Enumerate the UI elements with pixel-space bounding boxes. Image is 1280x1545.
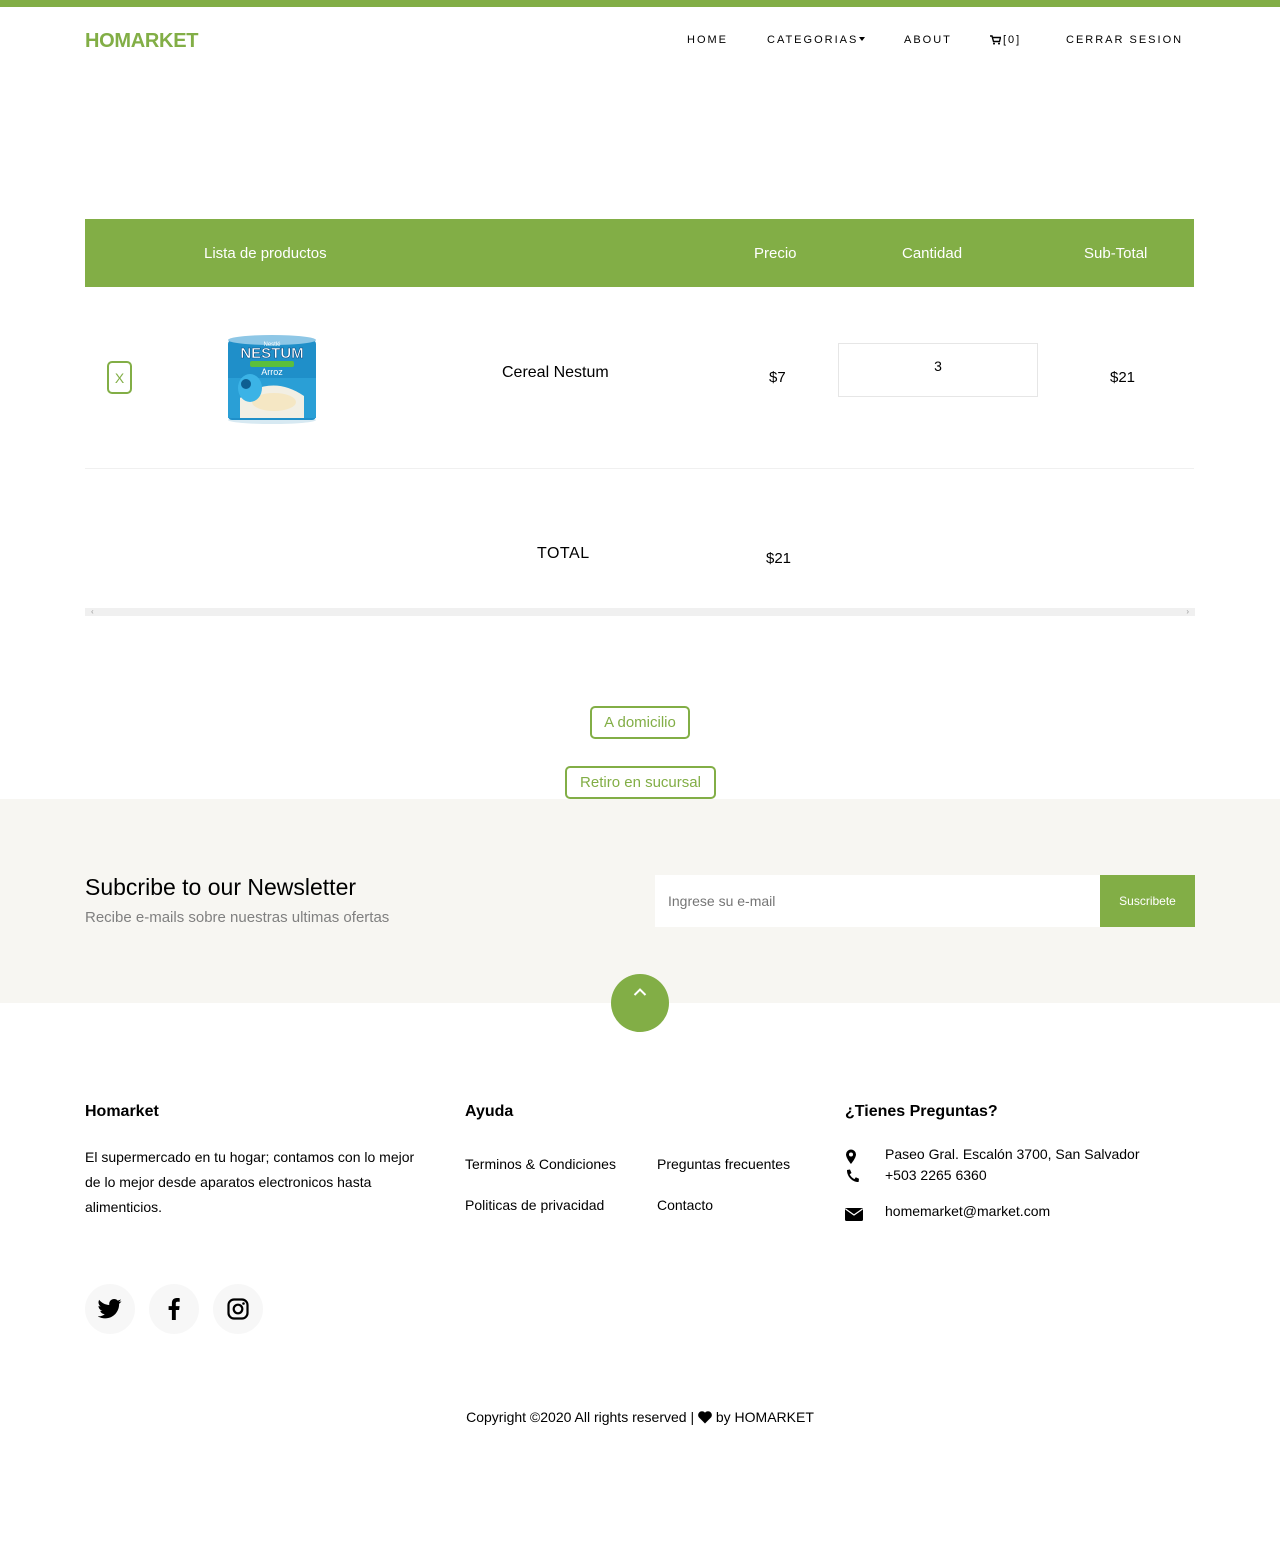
header-quantity: Cantidad [902, 245, 963, 262]
link-terms[interactable]: Terminos & Condiciones [465, 1156, 616, 1172]
product-name: Cereal Nestum [502, 364, 609, 381]
footer-about-text: El supermercado en tu hogar; contamos co… [85, 1149, 415, 1215]
total-label: TOTAL [537, 545, 590, 562]
facebook-icon [168, 1298, 180, 1320]
newsletter-title: Subcribe to our Newsletter [85, 874, 357, 900]
header-price: Precio [754, 245, 797, 262]
newsletter-section: Subcribe to our Newsletter Recibe e-mail… [0, 799, 1280, 1003]
link-contact[interactable]: Contacto [657, 1197, 713, 1213]
caret-down-icon [859, 37, 866, 42]
cart-count: [0] [1003, 34, 1022, 46]
footer-about-title: Homarket [85, 1103, 159, 1120]
header-products: Lista de productos [204, 245, 327, 262]
scroll-right-icon[interactable]: › [1186, 607, 1189, 616]
pickup-branch-button[interactable]: Retiro en sucursal [565, 766, 716, 799]
nav-cerrar-sesion[interactable]: CERRAR SESION [1066, 34, 1183, 46]
chevron-up-icon [633, 988, 647, 996]
product-subtotal: $21 [1110, 369, 1136, 386]
contact-address: Paseo Gral. Escalón 3700, San Salvador [885, 1146, 1140, 1162]
product-image[interactable]: NESTUM Arroz Nestlé [226, 334, 318, 426]
nav-categorias-label: CATEGORIAS [767, 34, 859, 46]
total-value: $21 [766, 550, 792, 567]
link-privacy[interactable]: Politicas de privacidad [465, 1197, 604, 1213]
subscribe-button[interactable]: Suscribete [1100, 875, 1195, 927]
twitter-icon [98, 1299, 122, 1319]
svg-text:Arroz: Arroz [261, 367, 283, 377]
newsletter-subtitle: Recibe e-mails sobre nuestras ultimas of… [85, 909, 390, 926]
nav-about[interactable]: ABOUT [904, 34, 952, 46]
row-divider [85, 468, 1194, 469]
quantity-input[interactable] [838, 343, 1038, 397]
scroll-to-top-button[interactable] [611, 974, 669, 1032]
nav-categorias[interactable]: CATEGORIAS [767, 34, 866, 46]
top-accent-bar [0, 0, 1280, 7]
cart-table-header: Lista de productos Precio Cantidad Sub-T… [85, 219, 1194, 287]
brand-logo[interactable]: HOMARKET [85, 30, 198, 53]
newsletter-email-input[interactable] [655, 875, 1100, 927]
instagram-button[interactable] [213, 1284, 263, 1334]
phone-icon [846, 1169, 859, 1183]
twitter-button[interactable] [85, 1284, 135, 1334]
nav-home[interactable]: HOME [687, 34, 728, 46]
table-horizontal-scrollbar[interactable]: ‹ › [85, 607, 1195, 616]
contact-email[interactable]: homemarket@market.com [885, 1203, 1050, 1219]
header-subtotal: Sub-Total [1084, 245, 1148, 262]
product-price: $7 [769, 369, 786, 386]
heart-icon [698, 1411, 712, 1424]
remove-item-button[interactable]: X [107, 361, 132, 394]
svg-text:Nestlé: Nestlé [263, 342, 281, 348]
footer-help-title: Ayuda [465, 1103, 514, 1120]
link-faq[interactable]: Preguntas frecuentes [657, 1156, 790, 1172]
contact-phone[interactable]: +503 2265 6360 [885, 1167, 987, 1183]
copyright-suffix: by HOMARKET [715, 1409, 814, 1425]
delivery-home-button[interactable]: A domicilio [590, 706, 690, 739]
instagram-icon [227, 1298, 249, 1320]
map-pin-icon [846, 1149, 856, 1164]
copyright: Copyright ©2020 All rights reserved | by… [0, 1409, 1280, 1425]
footer-contact-title: ¿Tienes Preguntas? [845, 1103, 998, 1120]
scroll-left-icon[interactable]: ‹ [91, 607, 94, 616]
facebook-button[interactable] [149, 1284, 199, 1334]
nav-cart[interactable]: [0] [990, 34, 1021, 46]
copyright-prefix: Copyright ©2020 All rights reserved | [466, 1409, 695, 1425]
cart-icon [990, 35, 1001, 45]
envelope-icon [845, 1208, 863, 1221]
